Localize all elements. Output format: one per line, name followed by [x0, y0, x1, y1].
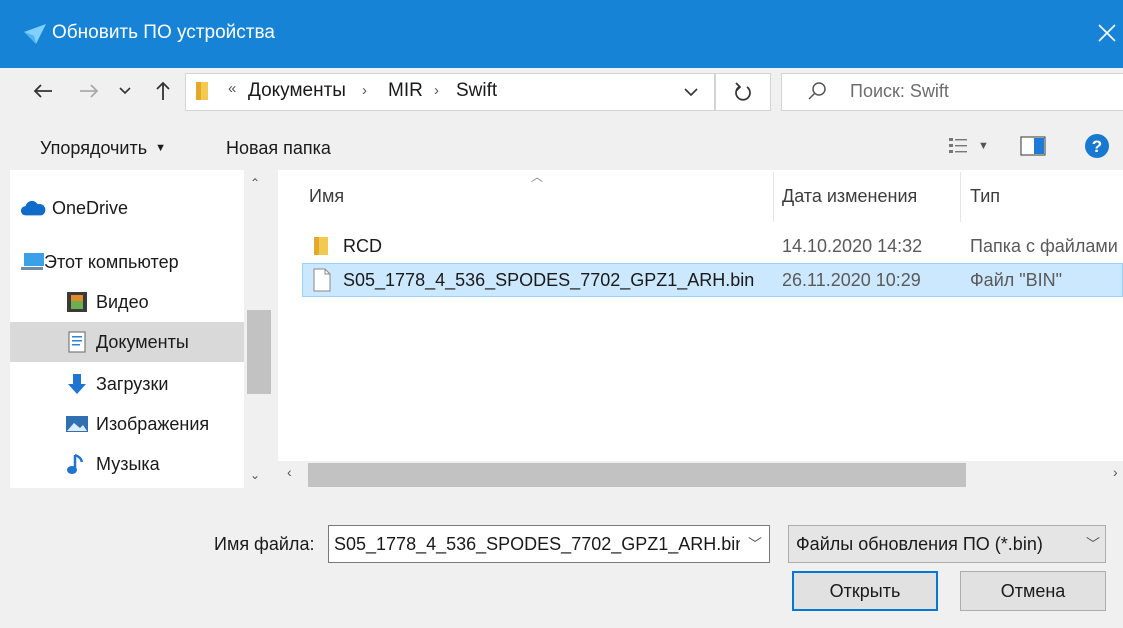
chevron-down-icon[interactable]: ▼	[978, 140, 989, 152]
file-name: S05_1778_4_536_SPODES_7702_GPZ1_ARH.bin	[343, 270, 755, 290]
search-icon	[808, 82, 826, 100]
arrow-left-icon	[33, 84, 52, 98]
column-header-date[interactable]: Дата изменения	[782, 186, 917, 207]
organize-menu-button[interactable]: Упорядочить ▼	[40, 138, 166, 159]
address-dropdown-button[interactable]	[668, 73, 714, 111]
navigation-pane-scroll-thumb[interactable]	[247, 310, 271, 394]
breadcrumb-separator[interactable]: ›	[362, 82, 367, 99]
nav-item-pictures[interactable]: Изображения	[10, 404, 244, 444]
refresh-icon	[735, 82, 751, 101]
nav-item-music[interactable]: Музыка	[10, 444, 244, 484]
file-list-scroll-thumb[interactable]	[308, 463, 966, 487]
forward-button[interactable]	[74, 76, 104, 106]
search-input[interactable]: Поиск: Swift	[850, 81, 949, 102]
music-icon	[64, 452, 90, 476]
breadcrumb-overflow[interactable]: «	[228, 80, 236, 97]
file-date: 26.11.2020 10:29	[782, 270, 921, 290]
svg-text:?: ?	[1092, 137, 1102, 156]
search-box[interactable]	[781, 73, 1123, 111]
help-icon[interactable]: ?	[1084, 133, 1110, 159]
folder-icon	[314, 237, 328, 255]
refresh-button[interactable]	[715, 73, 771, 111]
column-divider[interactable]	[960, 172, 961, 222]
file-type: Папка с файлами	[970, 236, 1118, 256]
recent-locations-button[interactable]	[110, 76, 140, 106]
downloads-icon	[64, 372, 90, 396]
chevron-down-icon[interactable]: ﹀	[1086, 534, 1100, 554]
nav-item-this-pc[interactable]: Этот компьютер	[10, 242, 244, 282]
computer-icon	[20, 250, 46, 274]
scroll-down-icon[interactable]: ⌄	[250, 468, 260, 482]
cancel-button[interactable]: Отмена	[960, 571, 1106, 611]
sort-ascending-icon: ︿	[531, 170, 544, 184]
scroll-right-icon[interactable]: ›	[1113, 464, 1118, 480]
scroll-up-icon[interactable]: ⌃	[250, 176, 260, 190]
open-button[interactable]: Открыть	[792, 571, 938, 611]
video-icon	[64, 290, 90, 314]
breadcrumb-swift[interactable]: Swift	[456, 80, 497, 102]
close-icon[interactable]	[1094, 20, 1120, 46]
new-folder-button[interactable]: Новая папка	[226, 138, 331, 159]
preview-pane-icon[interactable]	[1020, 136, 1046, 156]
nav-item-onedrive[interactable]: OneDrive	[10, 188, 244, 228]
arrow-up-icon	[156, 81, 170, 100]
column-header-name[interactable]: Имя	[309, 186, 344, 207]
nav-item-documents[interactable]: Документы	[10, 322, 244, 362]
file-icon	[313, 268, 331, 292]
column-header-type[interactable]: Тип	[970, 186, 1000, 207]
up-button[interactable]	[148, 76, 178, 106]
column-divider[interactable]	[773, 172, 774, 222]
folder-icon	[196, 82, 208, 100]
back-button[interactable]	[28, 76, 58, 106]
file-name: RCD	[343, 236, 382, 256]
app-icon	[24, 24, 46, 44]
nav-item-video[interactable]: Видео	[10, 282, 244, 322]
filename-value[interactable]: S05_1778_4_536_SPODES_7702_GPZ1_ARH.bin	[334, 534, 740, 555]
breadcrumb-documents[interactable]: Документы	[248, 80, 346, 102]
chevron-down-icon: ▼	[155, 142, 167, 154]
file-list	[278, 170, 1123, 488]
scroll-left-icon[interactable]: ‹	[287, 464, 292, 480]
file-type-filter-value[interactable]: Файлы обновления ПО (*.bin)	[796, 534, 1043, 555]
cloud-icon	[20, 196, 46, 220]
chevron-down-icon	[119, 87, 131, 95]
view-options-icon[interactable]	[948, 136, 968, 156]
chevron-down-icon[interactable]: ﹀	[748, 534, 762, 554]
file-type: Файл "BIN"	[970, 270, 1063, 290]
pictures-icon	[64, 412, 90, 436]
file-date: 14.10.2020 14:32	[782, 236, 923, 256]
breadcrumb-separator[interactable]: ›	[434, 82, 439, 99]
documents-icon	[64, 330, 90, 354]
arrow-right-icon	[80, 84, 99, 98]
breadcrumb-mir[interactable]: MIR	[388, 80, 423, 102]
chevron-down-icon	[684, 88, 698, 97]
window-title: Обновить ПО устройства	[52, 22, 275, 43]
nav-item-downloads[interactable]: Загрузки	[10, 364, 244, 404]
filename-label: Имя файла:	[214, 534, 315, 554]
